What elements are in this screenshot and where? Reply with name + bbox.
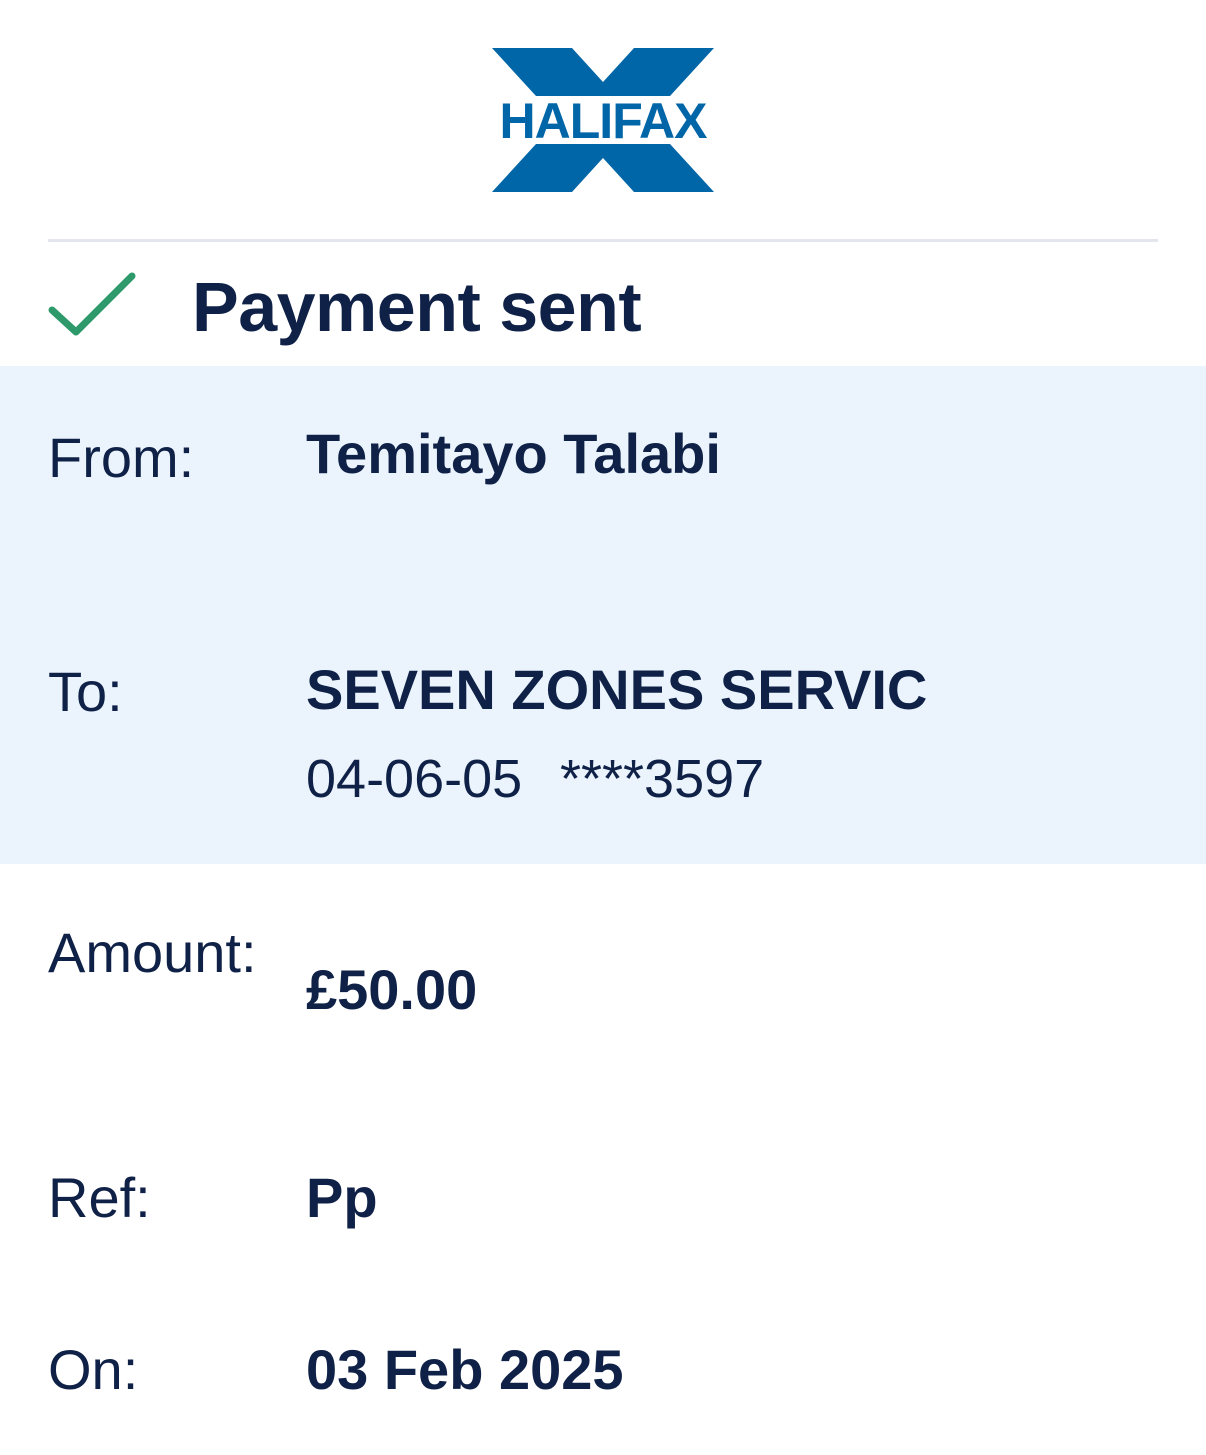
logo-wordmark: HALIFAX: [500, 93, 708, 149]
from-value: Temitayo Talabi: [306, 422, 721, 485]
check-icon: [46, 270, 138, 342]
amount-label: Amount:: [48, 921, 257, 984]
from-label: From:: [48, 426, 195, 489]
ref-value: Pp: [306, 1166, 378, 1229]
to-account-number: ****3597: [560, 749, 765, 809]
to-sort-code: 04-06-05: [306, 749, 523, 809]
date-label: On:: [48, 1338, 139, 1401]
to-name: SEVEN ZONES SERVIC: [306, 658, 928, 721]
party-panel: From: Temitayo Talabi To: SEVEN ZONES SE…: [0, 366, 1206, 864]
amount-value: £50.00: [306, 958, 478, 1021]
to-label: To:: [48, 660, 123, 723]
status-row: Payment sent: [0, 242, 1206, 366]
status-title: Payment sent: [192, 268, 642, 346]
date-value: 03 Feb 2025: [306, 1338, 624, 1401]
ref-label: Ref:: [48, 1166, 151, 1229]
halifax-logo: HALIFAX: [490, 46, 716, 194]
